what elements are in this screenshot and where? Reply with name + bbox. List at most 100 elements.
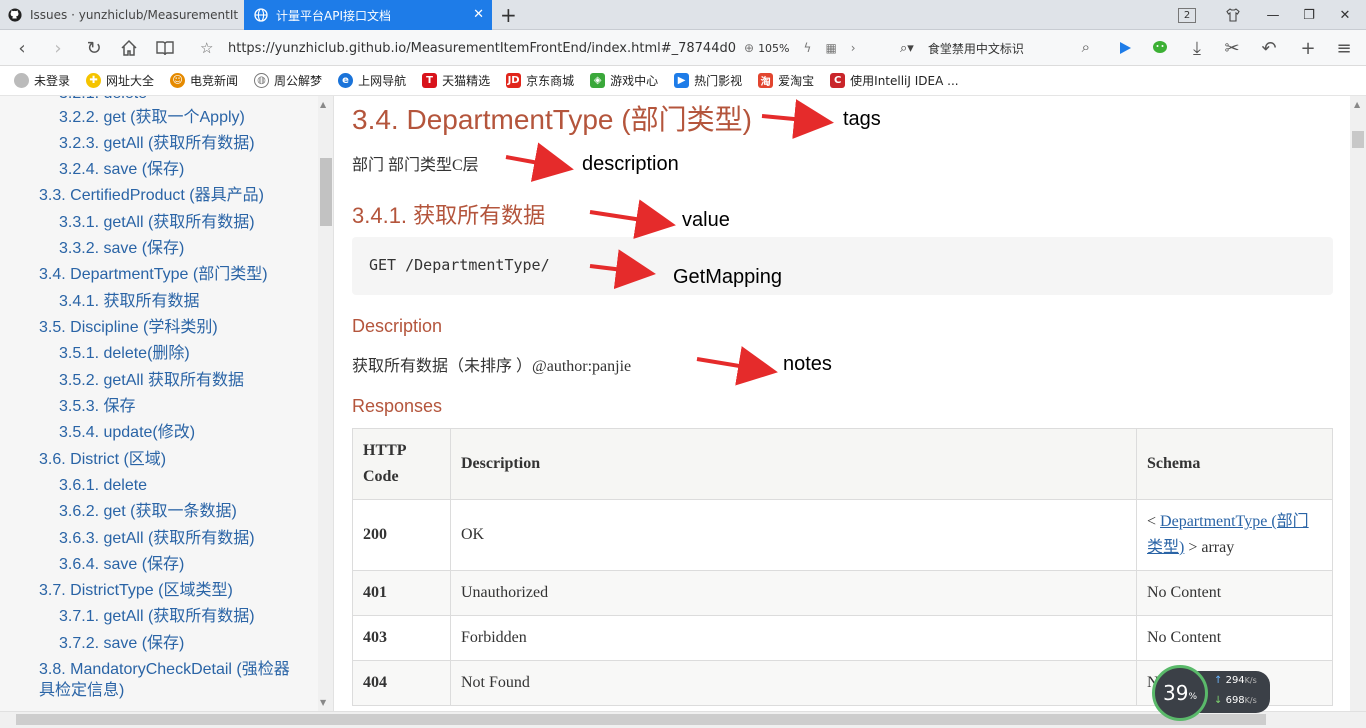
toc-item[interactable]: 3.6. District (区域) [39,450,166,470]
description-text: 获取所有数据（未排序 ）@author:panjie [352,358,632,375]
close-window-button[interactable]: ✕ [1328,0,1362,30]
response-desc: Forbidden [450,615,1137,661]
toc-item[interactable]: 3.2.4. save (保存) [59,160,184,180]
bookmark-item[interactable]: ◈ 游戏中心 [590,72,658,89]
toc-item[interactable]: 3.5.3. 保存 [59,397,135,417]
network-speed-widget[interactable]: ↑ 294K/s ↓ 698K/s 39% [1152,665,1270,721]
annotation-label: value [682,209,730,231]
home-icon[interactable] [117,36,141,60]
globe-icon: ◍ [254,73,270,88]
annotation-label: tags [843,108,881,130]
toc-item[interactable]: 3.2.1. delete [59,96,147,104]
address-bar[interactable]: ☆ https://yunzhiclub.github.io/Measureme… [200,35,890,61]
search-engine-icon[interactable]: ⌕▾ [900,41,914,56]
bookmark-star-icon[interactable]: ☆ [200,39,216,57]
minimize-button[interactable]: — [1256,0,1290,30]
jd-icon: JD [506,73,522,88]
wechat-icon[interactable] [1149,36,1173,60]
header-http-code: HTTP Code [352,428,451,500]
response-code: 401 [352,570,451,616]
ie-icon: e [338,73,354,88]
download-arrow-icon: ↓ [1214,695,1223,706]
new-tab-button[interactable]: + [500,3,517,27]
restore-button[interactable]: ❐ [1292,0,1326,30]
code-block: GET /DepartmentType/ [352,237,1333,295]
bookmark-item[interactable]: 淘爱淘宝 [758,72,814,89]
reader-icon[interactable] [153,36,177,60]
undo-icon[interactable]: ↶ [1257,36,1281,60]
close-icon[interactable]: ✕ [473,7,484,22]
toc-item[interactable]: 3.6.2. get (获取一条数据) [59,502,237,522]
toc-item[interactable]: 3.3.2. save (保存) [59,239,184,259]
annotation-label: description [582,153,679,175]
table-row: 403 Forbidden No Content [352,615,1333,661]
tab-api-docs[interactable]: 计量平台API接口文档 ✕ [244,0,492,30]
bookmark-item[interactable]: C 使用IntelliJ IDEA ... [830,72,959,89]
toc-item[interactable]: 3.2.3. getAll (获取所有数据) [59,134,255,154]
response-schema: No Content [1136,615,1333,661]
video-icon: ▶ [674,73,690,88]
toc-item[interactable]: 3.3.1. getAll (获取所有数据) [59,213,255,233]
horizontal-scroll-thumb[interactable] [16,714,1266,725]
lightning-icon[interactable]: ϟ [804,41,812,55]
sidebar-scroll-thumb[interactable] [320,158,332,226]
reload-icon[interactable]: ↻ [82,36,106,60]
scroll-down-icon[interactable]: ▼ [320,698,326,707]
search-icon[interactable]: ⌕ [1082,38,1090,56]
response-code: 403 [352,615,451,661]
bookmark-item[interactable]: e 上网导航 [338,72,406,89]
toc-item[interactable]: 3.2.2. get (获取一个Apply) [59,108,245,128]
video-play-icon[interactable] [1113,36,1137,60]
scissors-icon[interactable]: ✂ [1220,36,1244,60]
toc-item[interactable]: 3.8. MandatoryCheckDetail (强检器 [39,660,290,680]
chevron-right-icon[interactable]: › [851,41,856,55]
toc-item[interactable]: 3.5.4. update(修改) [59,423,195,443]
toc-item[interactable]: 3.5. Discipline (学科类别) [39,318,218,338]
add-icon[interactable]: + [1296,36,1320,60]
download-icon[interactable]: ⤓ [1185,36,1209,60]
search-box[interactable]: ⌕▾ 食堂禁用中文标识 ⌕ [900,35,1092,61]
esports-icon: ☺ [170,73,186,88]
section-title: 3.4. DepartmentType (部门类型) [352,104,752,135]
tab-count-button[interactable]: 2 [1170,0,1204,30]
upload-arrow-icon: ↑ [1214,675,1223,686]
bookmark-item[interactable]: JD 京东商城 [506,72,574,89]
tab-label: 计量平台API接口文档 [276,8,391,23]
toc-item[interactable]: 3.5.2. getAll 获取所有数据 [59,371,244,391]
bookmark-item[interactable]: T 天猫精选 [422,72,490,89]
bookmark-item[interactable]: ▶ 热门影视 [674,72,742,89]
response-desc: Unauthorized [450,570,1137,616]
main-scroll-thumb[interactable] [1352,131,1364,148]
section-description: 部门 部门类型C层 [352,157,479,174]
qr-code-icon[interactable]: ▦ [825,41,836,55]
bookmark-item[interactable]: ◍ 周公解梦 [254,72,322,89]
table-row: 200 OK < DepartmentType (部门类型) > array [352,499,1333,571]
zoom-level[interactable]: 105% [758,42,789,55]
bookmark-item[interactable]: ☺ 电竞新闻 [170,72,238,89]
toc-item[interactable]: 3.5.1. delete(删除) [59,344,190,364]
toc-item[interactable]: 3.3. CertifiedProduct (器具产品) [39,186,264,206]
bookmarks-bar: 未登录 ✚ 网址大全 ☺ 电竞新闻 ◍ 周公解梦 e 上网导航 T 天猫精选 JD 京东商城… [0,66,1366,96]
table-row: 401 Unauthorized No Content [352,570,1333,616]
bookmark-item[interactable]: 未登录 [14,72,70,89]
toc-item[interactable]: 3.6.4. save (保存) [59,555,184,575]
scroll-up-icon[interactable]: ▲ [1354,100,1360,109]
shirt-icon[interactable] [1216,0,1250,30]
toc-item[interactable]: 具检定信息) [39,681,124,701]
forward-icon[interactable]: › [46,36,70,60]
tab-issues[interactable]: Issues · yunzhiclub/MeasurementIt [0,0,243,30]
memory-percent-gauge: 39% [1152,665,1208,721]
toc-item[interactable]: 3.4. DepartmentType (部门类型) [39,265,268,285]
back-icon[interactable]: ‹ [10,36,34,60]
toc-item[interactable]: 3.7.2. save (保存) [59,634,184,654]
toc-item[interactable]: 3.6.1. delete [59,476,147,496]
toc-item[interactable]: 3.7. DistrictType (区域类型) [39,581,233,601]
toc-item[interactable]: 3.4.1. 获取所有数据 [59,292,199,312]
menu-icon[interactable]: ≡ [1332,36,1356,60]
toc-item[interactable]: 3.6.3. getAll (获取所有数据) [59,529,255,549]
scroll-up-icon[interactable]: ▲ [320,100,326,109]
bookmark-item[interactable]: ✚ 网址大全 [86,72,154,89]
main-scrollbar[interactable] [1350,96,1366,711]
description-heading: Description [352,316,443,336]
toc-item[interactable]: 3.7.1. getAll (获取所有数据) [59,607,255,627]
